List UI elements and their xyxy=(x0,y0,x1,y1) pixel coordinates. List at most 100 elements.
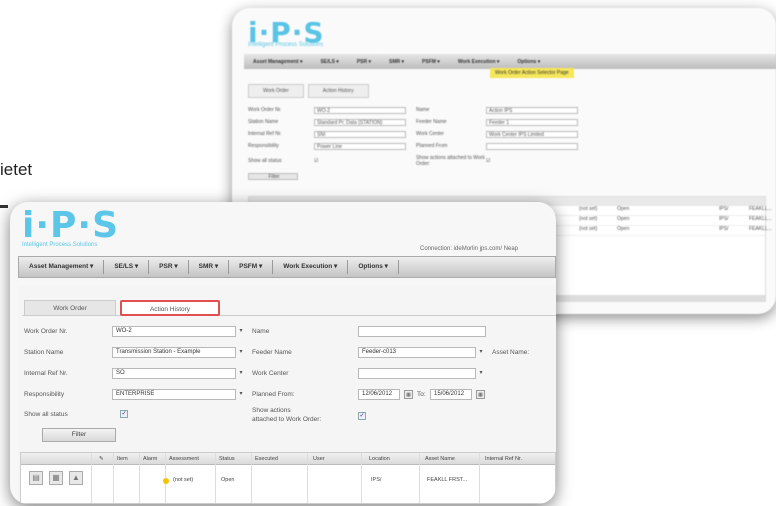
form-label: Show actions attached to Work Order: xyxy=(416,155,485,167)
filter-form: Work Order Nr. WO-2 Name Action IPS Station… xyxy=(248,104,578,182)
responsibility-select[interactable]: ENTERPRISE xyxy=(112,389,236,400)
tab-bar: Work Order Action History xyxy=(22,298,556,316)
form-label: Feeder Name xyxy=(416,119,447,125)
form-label: Responsibility xyxy=(248,143,279,149)
menu-options[interactable]: Options ▾ xyxy=(508,59,549,65)
menu-psfm[interactable]: PSFM ▾ xyxy=(229,260,274,274)
tab-work-order[interactable]: Work Order xyxy=(24,300,116,316)
form-label: Work Center xyxy=(416,131,444,137)
form-label: Planned From xyxy=(416,143,448,149)
planned-from-input[interactable]: 12/06/2012 xyxy=(358,389,400,400)
view-icon[interactable]: ▤ xyxy=(29,471,43,485)
chevron-down-icon[interactable]: ▾ xyxy=(476,368,486,379)
report-icon[interactable]: ▲ xyxy=(69,471,83,485)
form-label: Internal Ref Nr. xyxy=(248,131,282,137)
work-order-select[interactable]: WO-2 xyxy=(112,326,236,337)
planned-to-input[interactable]: 15/06/2012 xyxy=(430,389,472,400)
menu-psfm[interactable]: PSFM ▾ xyxy=(413,59,449,65)
column-header-status[interactable]: Status xyxy=(219,456,235,462)
form-input[interactable] xyxy=(486,142,578,150)
column-divider xyxy=(307,453,308,503)
calendar-icon[interactable]: ▦ xyxy=(476,390,485,399)
form-input[interactable]: Standard Pr. Data (STATION) xyxy=(314,118,406,126)
menu-options[interactable]: Options ▾ xyxy=(348,260,399,274)
form-input[interactable]: SNI xyxy=(314,130,406,138)
internal-ref-select[interactable]: SO xyxy=(112,368,236,379)
internal-ref-label: Internal Ref Nr. xyxy=(24,370,68,377)
form-input[interactable]: Power Line xyxy=(314,142,406,150)
tab-action-history[interactable]: Action History xyxy=(120,300,220,316)
chevron-down-icon[interactable]: ▾ xyxy=(236,368,246,379)
menu-asset-management[interactable]: Asset Management ▾ xyxy=(19,260,105,274)
name-input[interactable] xyxy=(358,326,486,337)
chevron-down-icon[interactable]: ▾ xyxy=(236,347,246,358)
checkbox[interactable]: ☑ xyxy=(314,158,406,164)
column-divider xyxy=(91,453,92,503)
station-name-label: Station Name xyxy=(24,349,64,356)
asset-name-label: Asset Name: xyxy=(492,349,530,356)
planned-from-label: Planned From: xyxy=(252,391,295,398)
results-table: ✎ Item Alarm Assessment Status Executed … xyxy=(20,452,556,504)
edit-icon[interactable]: ▦ xyxy=(49,471,63,485)
menu-psr[interactable]: PSR ▾ xyxy=(348,59,380,65)
menu-work-execution[interactable]: Work Execution ▾ xyxy=(273,260,349,274)
cell-asset-name: FEAKLL FRST... xyxy=(427,477,468,483)
tab-action-history[interactable]: Action History xyxy=(307,84,369,98)
to-label: To: xyxy=(417,391,426,398)
column-divider xyxy=(361,453,362,503)
menu-tooltip: Work Order Action Selector Page xyxy=(490,68,574,78)
work-center-label: Work Center xyxy=(252,370,289,377)
form-label: Show all status xyxy=(248,158,282,164)
show-all-status-checkbox[interactable]: ✓ xyxy=(120,410,128,418)
chevron-down-icon[interactable]: ▾ xyxy=(236,389,246,400)
filter-button[interactable]: Filter xyxy=(42,428,116,442)
menu-work-execution[interactable]: Work Execution ▾ xyxy=(449,59,509,65)
column-divider xyxy=(419,453,420,503)
main-menu-bar: Asset Management ▾ SE/LS ▾ PSR ▾ SMR ▾ P… xyxy=(244,54,776,69)
checkbox[interactable]: ☑ xyxy=(486,158,490,164)
form-input[interactable]: Work Center IPS Limited xyxy=(486,130,578,138)
column-header-assessment[interactable]: Assessment xyxy=(169,456,199,462)
name-label: Name xyxy=(252,328,270,335)
column-divider xyxy=(251,453,252,503)
main-content: Work Order Action History Work Order Nr.… xyxy=(18,286,556,504)
column-header-alarm[interactable]: Alarm xyxy=(143,456,157,462)
form-input[interactable]: WO-2 xyxy=(314,106,406,114)
menu-sels[interactable]: SE/LS ▾ xyxy=(104,260,150,274)
calendar-icon[interactable]: ▦ xyxy=(404,390,413,399)
menu-psr[interactable]: PSR ▾ xyxy=(149,260,189,274)
alarm-status-icon xyxy=(163,478,169,484)
side-text: ietet xyxy=(0,160,33,179)
column-divider xyxy=(215,453,216,503)
menu-asset-management[interactable]: Asset Management ▾ xyxy=(244,59,311,65)
logo-tagline: Intelligent Process Solutions xyxy=(248,42,324,48)
column-header-asset-name[interactable]: Asset Name xyxy=(425,456,455,462)
chevron-down-icon[interactable]: ▾ xyxy=(476,347,486,358)
form-input[interactable]: Action IPS xyxy=(486,106,578,114)
responsibility-label: Responsibility xyxy=(24,391,65,398)
menu-smr[interactable]: SMR ▾ xyxy=(189,260,230,274)
menu-smr[interactable]: SMR ▾ xyxy=(380,59,413,65)
filter-button[interactable]: Filter xyxy=(248,172,298,180)
form-input[interactable]: Feeder 1 xyxy=(486,118,578,126)
form-label: Work Order Nr. xyxy=(248,107,282,113)
column-header-item[interactable]: Item xyxy=(117,456,128,462)
column-header-location[interactable]: Location xyxy=(369,456,390,462)
column-divider xyxy=(113,453,114,503)
form-label: Name xyxy=(416,107,430,113)
side-dash xyxy=(0,205,8,208)
connection-info: Connection: ideMorlin jps.com/ Neap xyxy=(420,246,519,252)
feeder-name-select[interactable]: Feeder-c013 xyxy=(358,347,476,358)
menu-sels[interactable]: SE/LS ▾ xyxy=(311,59,347,65)
table-header: ✎ Item Alarm Assessment Status Executed … xyxy=(21,453,555,465)
column-header-user[interactable]: User xyxy=(313,456,325,462)
tab-work-order[interactable]: Work Order xyxy=(248,84,304,98)
column-header-executed[interactable]: Executed xyxy=(255,456,278,462)
chevron-down-icon[interactable]: ▾ xyxy=(236,326,246,337)
column-divider xyxy=(139,453,140,503)
station-name-select[interactable]: Transmission Station - Example xyxy=(112,347,236,358)
feeder-name-label: Feeder Name xyxy=(252,349,292,356)
work-center-select[interactable] xyxy=(358,368,476,379)
show-actions-checkbox[interactable]: ✓ xyxy=(358,412,366,420)
column-header-internal-ref[interactable]: Internal Ref Nr. xyxy=(485,456,522,462)
